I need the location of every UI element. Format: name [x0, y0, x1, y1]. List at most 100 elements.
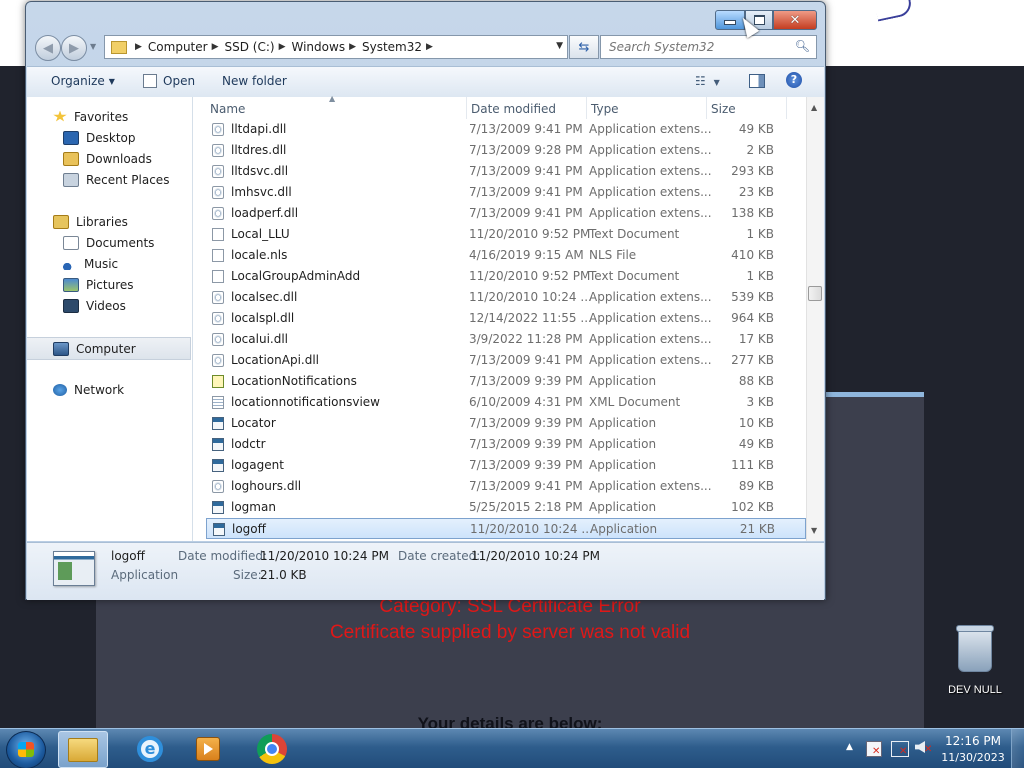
change-view-button[interactable]: ☷ ▼: [695, 74, 720, 88]
dll-file-icon: [212, 123, 224, 136]
breadcrumb-chevron-icon[interactable]: ▶: [349, 42, 356, 52]
open-button[interactable]: Open: [143, 74, 195, 88]
refresh-button[interactable]: ⇆: [569, 35, 599, 59]
breadcrumb-chevron-icon[interactable]: ▶: [212, 42, 219, 52]
file-date-modified: 7/13/2009 9:39 PM: [469, 416, 583, 430]
scrollbar-thumb[interactable]: [808, 286, 822, 301]
file-row[interactable]: lodctr 7/13/2009 9:39 PM Application 49 KB: [206, 434, 806, 455]
file-row[interactable]: localui.dll 3/9/2022 11:28 PM Application …: [206, 329, 806, 350]
nav-music[interactable]: Music: [27, 253, 191, 274]
file-row[interactable]: loadperf.dll 7/13/2009 9:41 PM Application…: [206, 203, 806, 224]
nav-libraries[interactable]: Libraries: [27, 211, 191, 232]
close-button[interactable]: ✕: [773, 10, 817, 30]
network-disconnected-icon[interactable]: [891, 741, 909, 757]
recent-pages-dropdown-icon[interactable]: ▼: [90, 42, 96, 51]
file-row[interactable]: localsec.dll 11/20/2010 10:24 ... Applicat…: [206, 287, 806, 308]
file-row[interactable]: LocalGroupAdminAdd 11/20/2010 9:52 PM Text…: [206, 266, 806, 287]
file-size: 964 KB: [731, 311, 774, 325]
nav-recent-places[interactable]: Recent Places: [27, 169, 191, 190]
clock-time[interactable]: 12:16 PM: [943, 734, 1003, 748]
address-bar[interactable]: ▶ Computer ▶ SSD (C:) ▶ Windows ▶ System…: [104, 35, 568, 59]
taskbar-chrome-button[interactable]: [248, 731, 296, 766]
address-history-dropdown-icon[interactable]: ▼: [556, 41, 563, 51]
help-icon[interactable]: ?: [786, 72, 802, 88]
file-row[interactable]: locationnotificationsview 6/10/2009 4:31 …: [206, 392, 806, 413]
chevron-down-icon: ▼: [713, 78, 720, 87]
show-desktop-button[interactable]: [1011, 729, 1024, 768]
search-box[interactable]: 🔍︎: [600, 35, 817, 59]
new-folder-button[interactable]: New folder: [222, 74, 287, 88]
nav-desktop[interactable]: Desktop: [27, 127, 191, 148]
file-type: Application: [589, 374, 657, 388]
column-header-name[interactable]: Name: [206, 97, 467, 119]
nav-documents[interactable]: Documents: [27, 232, 191, 253]
file-row[interactable]: LocationApi.dll 7/13/2009 9:41 PM Applicat…: [206, 350, 806, 371]
file-name: Local_LLU: [231, 227, 290, 241]
scroll-up-icon[interactable]: ▲: [811, 103, 817, 112]
file-row[interactable]: Locator 7/13/2009 9:39 PM Application 10 KB: [206, 413, 806, 434]
file-row[interactable]: logoff 11/20/2010 10:24 ... Application 21 …: [206, 518, 806, 539]
application-icon: [212, 459, 224, 472]
breadcrumb-chevron-icon[interactable]: ▶: [279, 42, 286, 52]
file-row[interactable]: logman 5/25/2015 2:18 PM Application 102 KB: [206, 497, 806, 518]
file-date-modified: 7/13/2009 9:39 PM: [469, 458, 583, 472]
file-type: Application: [589, 437, 657, 451]
organize-button[interactable]: Organize ▼: [51, 74, 115, 88]
file-row[interactable]: lltdsvc.dll 7/13/2009 9:41 PM Application …: [206, 161, 806, 182]
breadcrumb-ssd[interactable]: SSD (C:): [225, 40, 275, 54]
preview-pane-toggle-icon[interactable]: [749, 74, 765, 88]
nav-network[interactable]: Network: [27, 379, 191, 400]
text-file-icon: [212, 249, 224, 262]
breadcrumb-system32[interactable]: System32: [362, 40, 422, 54]
nav-videos[interactable]: Videos: [27, 295, 191, 316]
content-area: Favorites Desktop Downloads Recent Place…: [27, 94, 824, 541]
column-header-type[interactable]: Type: [587, 97, 707, 119]
taskbar-explorer-button[interactable]: [58, 731, 108, 768]
column-header-date[interactable]: Date modified: [467, 97, 587, 119]
taskbar-media-player-button[interactable]: [184, 731, 232, 766]
start-button[interactable]: [6, 731, 46, 768]
back-button[interactable]: ◀: [35, 35, 61, 61]
breadcrumb-windows[interactable]: Windows: [292, 40, 346, 54]
clock-date[interactable]: 11/30/2023: [938, 751, 1008, 764]
search-icon[interactable]: 🔍︎: [795, 39, 810, 53]
nav-computer[interactable]: Computer: [27, 337, 191, 360]
search-input[interactable]: [607, 36, 811, 58]
column-header-size[interactable]: Size: [707, 97, 787, 119]
file-row[interactable]: LocationNotifications 7/13/2009 9:39 PM Ap…: [206, 371, 806, 392]
file-type: Text Document: [589, 227, 680, 241]
file-row[interactable]: lltdres.dll 7/13/2009 9:28 PM Application …: [206, 140, 806, 161]
file-row[interactable]: loghours.dll 7/13/2009 9:41 PM Application…: [206, 476, 806, 497]
dll-file-icon: [212, 312, 224, 325]
nav-pictures[interactable]: Pictures: [27, 274, 191, 295]
file-row[interactable]: Local_LLU 11/20/2010 9:52 PM Text Document…: [206, 224, 806, 245]
file-row[interactable]: logagent 7/13/2009 9:39 PM Application 111 …: [206, 455, 806, 476]
scroll-down-icon[interactable]: ▼: [811, 526, 817, 535]
action-center-warning-icon[interactable]: [866, 741, 882, 757]
nav-downloads-label: Downloads: [86, 151, 152, 166]
file-name: lodctr: [231, 437, 266, 451]
forward-button[interactable]: ▶: [61, 35, 87, 61]
sort-ascending-icon: ▲: [329, 94, 336, 103]
breadcrumb-chevron-icon[interactable]: ▶: [426, 42, 433, 52]
nav-favorites[interactable]: Favorites: [27, 106, 191, 127]
file-row[interactable]: localspl.dll 12/14/2022 11:55 ... Applicat…: [206, 308, 806, 329]
show-hidden-icons-icon[interactable]: ▲: [846, 742, 853, 752]
back-arrow-icon: ◀: [43, 40, 53, 56]
file-size: 23 KB: [738, 185, 774, 199]
file-name: localsec.dll: [231, 290, 298, 304]
nav-downloads[interactable]: Downloads: [27, 148, 191, 169]
file-size: 2 KB: [746, 143, 774, 157]
taskbar-ie-button[interactable]: e: [126, 731, 174, 766]
nav-desktop-label: Desktop: [86, 130, 136, 145]
recycle-bin-shortcut[interactable]: DEV NULL: [940, 625, 1010, 696]
file-row[interactable]: locale.nls 4/16/2019 9:15 AM NLS File 410 K…: [206, 245, 806, 266]
breadcrumb-computer[interactable]: Computer: [148, 40, 208, 54]
file-row[interactable]: lmhsvc.dll 7/13/2009 9:41 PM Application e…: [206, 182, 806, 203]
file-size: 17 KB: [738, 332, 774, 346]
file-row[interactable]: lltdapi.dll 7/13/2009 9:41 PM Application …: [206, 119, 806, 140]
details-created-label: Date created:: [398, 549, 481, 563]
breadcrumb-chevron-icon[interactable]: ▶: [135, 42, 142, 52]
file-type: Application: [589, 416, 657, 430]
vertical-scrollbar[interactable]: ▲ ▼: [806, 97, 824, 541]
